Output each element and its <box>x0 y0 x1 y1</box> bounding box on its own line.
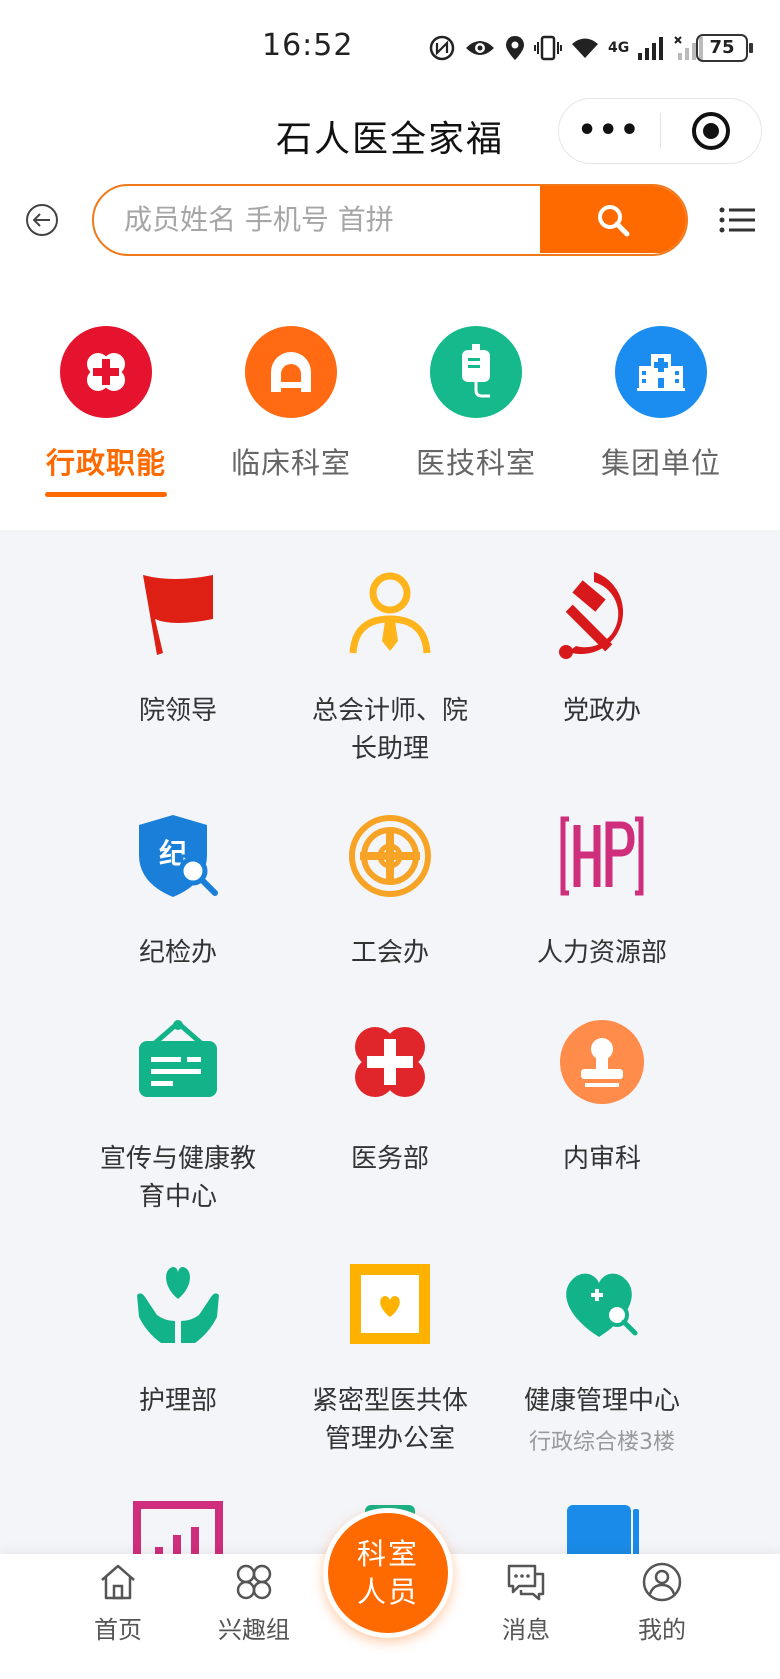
fab-label-line2: 人员 <box>356 1575 419 1609</box>
red-flag-icon <box>130 566 226 662</box>
target-icon <box>691 112 730 150</box>
dept-internal-audit[interactable]: 内审科 <box>496 1014 708 1178</box>
dept-name: 纪检办 <box>138 938 217 968</box>
dept-partial-3[interactable] <box>496 1498 708 1554</box>
battery-indicator: 75 <box>696 34 753 62</box>
tab-label: 临床科室 <box>230 446 351 480</box>
dept-medical-community-office[interactable]: 紧密型医共体管理办公室 <box>284 1256 496 1458</box>
tab-medical-tech[interactable]: 医技科室 <box>391 326 561 482</box>
status-time: 16:52 <box>262 28 354 63</box>
dept-name: 紧密型医共体管理办公室 <box>311 1386 468 1454</box>
signboard-icon <box>130 1014 226 1110</box>
active-tab-indicator <box>45 492 167 497</box>
tab-label: 医技科室 <box>415 446 536 480</box>
user-icon <box>640 1560 684 1604</box>
wifi-icon <box>572 38 598 58</box>
nav-label: 我的 <box>638 1616 686 1644</box>
dept-health-management-center[interactable]: 健康管理中心 行政综合楼3楼 <box>496 1256 708 1456</box>
bar-chart-icon <box>130 1498 226 1554</box>
nav-interest-groups[interactable]: 兴趣组 <box>194 1560 314 1645</box>
signal-icon <box>638 37 664 60</box>
close-mini-program-button[interactable] <box>661 112 762 150</box>
medical-cross-icon <box>342 1014 438 1110</box>
location-icon <box>506 36 524 60</box>
union-emblem-icon <box>342 808 438 904</box>
list-menu-button[interactable] <box>718 204 758 236</box>
category-tabs: 行政职能 临床科室 医技科室 集团单位 <box>0 284 780 530</box>
dept-medical-affairs[interactable]: 医务部 <box>284 1014 496 1178</box>
tab-clinical[interactable]: 临床科室 <box>206 326 376 482</box>
search-button[interactable] <box>540 186 686 253</box>
chat-icon <box>504 1560 548 1604</box>
dept-name: 工会办 <box>350 938 429 968</box>
dept-nursing[interactable]: 护理部 <box>72 1256 284 1420</box>
dept-chief-accountant[interactable]: 总会计师、院长助理 <box>284 566 496 768</box>
dept-name: 人力资源部 <box>536 938 667 968</box>
hr-logo-icon <box>554 808 650 904</box>
dept-name: 医务部 <box>350 1144 429 1174</box>
dept-labor-union[interactable]: 工会办 <box>284 808 496 972</box>
hospital-building-icon <box>615 326 707 418</box>
nav-messages[interactable]: 消息 <box>466 1560 586 1645</box>
dept-name: 院领导 <box>138 696 217 726</box>
dept-name: 健康管理中心 <box>523 1386 680 1416</box>
search-row <box>0 180 780 284</box>
tab-label: 集团单位 <box>600 446 721 480</box>
ct-scanner-icon <box>245 326 337 418</box>
red-cross-icon <box>60 326 152 418</box>
home-icon <box>96 1560 140 1604</box>
dept-discipline-inspection[interactable]: 纪 纪检办 <box>72 808 284 972</box>
nav-label: 兴趣组 <box>218 1616 290 1644</box>
tab-group-units[interactable]: 集团单位 <box>576 326 746 482</box>
dept-human-resources[interactable]: 人力资源部 <box>496 808 708 972</box>
nfc-icon <box>429 35 455 61</box>
dept-name: 护理部 <box>138 1386 217 1416</box>
eye-icon <box>466 41 494 55</box>
nav-profile[interactable]: 我的 <box>602 1560 722 1645</box>
dept-hospital-leadership[interactable]: 院领导 <box>72 566 284 730</box>
stamp-icon <box>554 1014 650 1110</box>
search-icon <box>598 204 630 236</box>
nav-label: 首页 <box>94 1616 142 1644</box>
fab-label-line1: 科室 <box>356 1537 419 1571</box>
tab-label: 行政职能 <box>45 446 166 480</box>
department-grid: 院领导 总会计师、院长助理 党政办 纪 纪检办 工会办 人力资源部 宣传与健康教… <box>0 530 780 1554</box>
nav-label: 消息 <box>502 1616 550 1644</box>
dept-party-office[interactable]: 党政办 <box>496 566 708 730</box>
iv-bag-icon <box>430 326 522 418</box>
dept-location: 行政综合楼3楼 <box>529 1430 675 1455</box>
dept-name: 党政办 <box>562 696 641 726</box>
blue-book-icon <box>554 1498 650 1554</box>
vibrate-icon <box>534 35 562 61</box>
dept-name: 宣传与健康教育中心 <box>99 1144 256 1212</box>
heart-box-icon <box>342 1256 438 1352</box>
shield-search-icon: 纪 <box>130 808 226 904</box>
mini-program-capsule: ••• <box>558 98 762 164</box>
tab-administrative[interactable]: 行政职能 <box>21 326 191 497</box>
status-icons: 4G <box>428 30 705 66</box>
person-tie-icon <box>342 566 438 662</box>
arrow-left-icon <box>33 213 50 227</box>
title-bar: 石人医全家福 ••• <box>0 96 780 180</box>
back-button[interactable] <box>26 204 58 236</box>
clover-icon <box>232 1560 276 1604</box>
dept-publicity-health-education[interactable]: 宣传与健康教育中心 <box>72 1014 284 1216</box>
heart-hands-icon <box>130 1256 226 1352</box>
hammer-sickle-icon <box>554 566 650 662</box>
list-icon <box>719 207 755 233</box>
dept-name: 内审科 <box>562 1144 641 1174</box>
dept-name: 总会计师、院长助理 <box>311 696 468 764</box>
search-input[interactable] <box>94 186 542 253</box>
more-dots-icon[interactable]: ••• <box>559 116 660 146</box>
dept-partial-1[interactable] <box>72 1498 284 1554</box>
department-staff-button[interactable]: 科室 人员 <box>323 1508 453 1638</box>
status-bar: 16:52 4G 75 <box>0 0 780 96</box>
heart-search-icon <box>554 1256 650 1352</box>
nav-home[interactable]: 首页 <box>58 1560 178 1645</box>
search-box <box>92 184 688 256</box>
network-type: 4G <box>608 40 630 56</box>
